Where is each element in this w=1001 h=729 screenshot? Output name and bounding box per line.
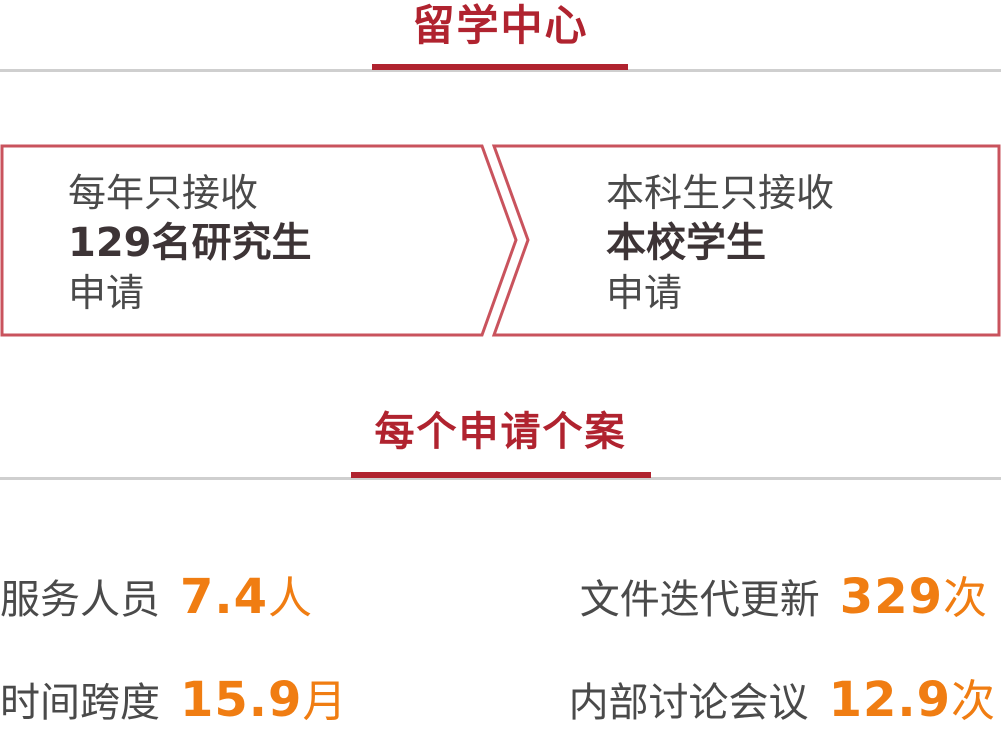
right-card-line3: 申请 bbox=[606, 271, 683, 315]
stat-staff-value: 7.4 bbox=[180, 569, 269, 625]
title-underline bbox=[372, 64, 628, 70]
stat-updates-unit: 次 bbox=[943, 573, 987, 624]
section-title-per-case: 每个申请个案 bbox=[374, 409, 627, 455]
stat-timespan: 时间跨度 15.9 月 bbox=[0, 665, 346, 729]
stat-staff-unit: 人 bbox=[268, 573, 313, 624]
left-card-line1: 每年只接收 bbox=[68, 171, 259, 215]
stat-meetings: 内部讨论会议 12.9 次 bbox=[569, 665, 995, 729]
stat-staff-label: 服务人员 bbox=[0, 577, 160, 623]
stat-updates: 文件迭代更新 329 次 bbox=[580, 562, 987, 626]
flow-card-right: 本科生只接收 本校学生 申请 bbox=[606, 168, 834, 318]
title-underline-2 bbox=[351, 472, 651, 478]
stat-updates-label: 文件迭代更新 bbox=[579, 577, 820, 623]
flow-card-left: 每年只接收 129名研究生 申请 bbox=[68, 168, 312, 318]
left-card-line3: 申请 bbox=[68, 271, 145, 315]
stat-timespan-value: 15.9 bbox=[180, 672, 303, 728]
left-card-highlight: 129名研究生 bbox=[68, 220, 312, 266]
stat-staff: 服务人员 7.4 人 bbox=[0, 562, 312, 626]
right-card-line1: 本科生只接收 bbox=[606, 171, 835, 215]
stat-meetings-unit: 次 bbox=[951, 676, 995, 727]
stat-timespan-unit: 月 bbox=[302, 676, 347, 727]
right-card-highlight: 本校学生 bbox=[606, 220, 766, 266]
stat-meetings-label: 内部讨论会议 bbox=[568, 680, 809, 726]
stat-updates-value: 329 bbox=[839, 569, 943, 625]
section-title-study-center: 留学中心 bbox=[412, 1, 589, 50]
stat-meetings-value: 12.9 bbox=[828, 672, 951, 728]
stat-timespan-label: 时间跨度 bbox=[0, 680, 160, 726]
